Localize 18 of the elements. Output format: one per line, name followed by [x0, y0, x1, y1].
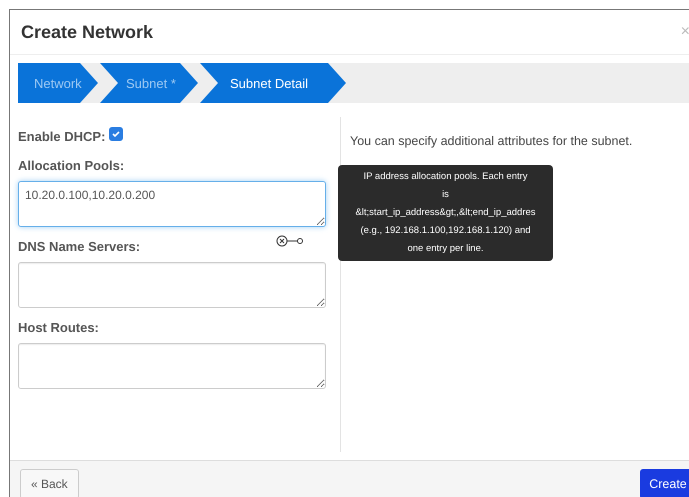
field-label: Host Routes:	[18, 320, 99, 335]
text-area[interactable]: 10.20.0.100,10.20.0.200	[18, 181, 326, 227]
field-label: Enable DHCP:	[18, 129, 106, 144]
tooltip: IP address allocation pools. Each entry is &lt;start_ip_address&gt;,&lt;end_ip_addres (e.g., 192.168.1.100,192.168.1.120) and one entry per line.	[338, 165, 553, 261]
wizard-step[interactable]: Network	[18, 63, 98, 103]
create-button[interactable]: Create	[640, 469, 689, 497]
wizard-step[interactable]: Subnet Detail	[200, 63, 346, 103]
wizard-step[interactable]: Subnet *	[100, 63, 198, 103]
field-label: DNS Name Servers:	[18, 239, 140, 254]
text-area[interactable]	[18, 343, 326, 389]
circle-x-connector-icon	[276, 235, 304, 247]
text-area[interactable]	[18, 262, 326, 308]
check-icon	[111, 129, 122, 139]
help-text: You can specify additional attributes for the subnet.	[350, 134, 634, 148]
back-button[interactable]: « Back	[20, 469, 79, 497]
dhcp-checkbox[interactable]	[109, 127, 124, 141]
field-label: Allocation Pools:	[18, 158, 124, 173]
dialog-title: Create Network	[21, 22, 154, 42]
